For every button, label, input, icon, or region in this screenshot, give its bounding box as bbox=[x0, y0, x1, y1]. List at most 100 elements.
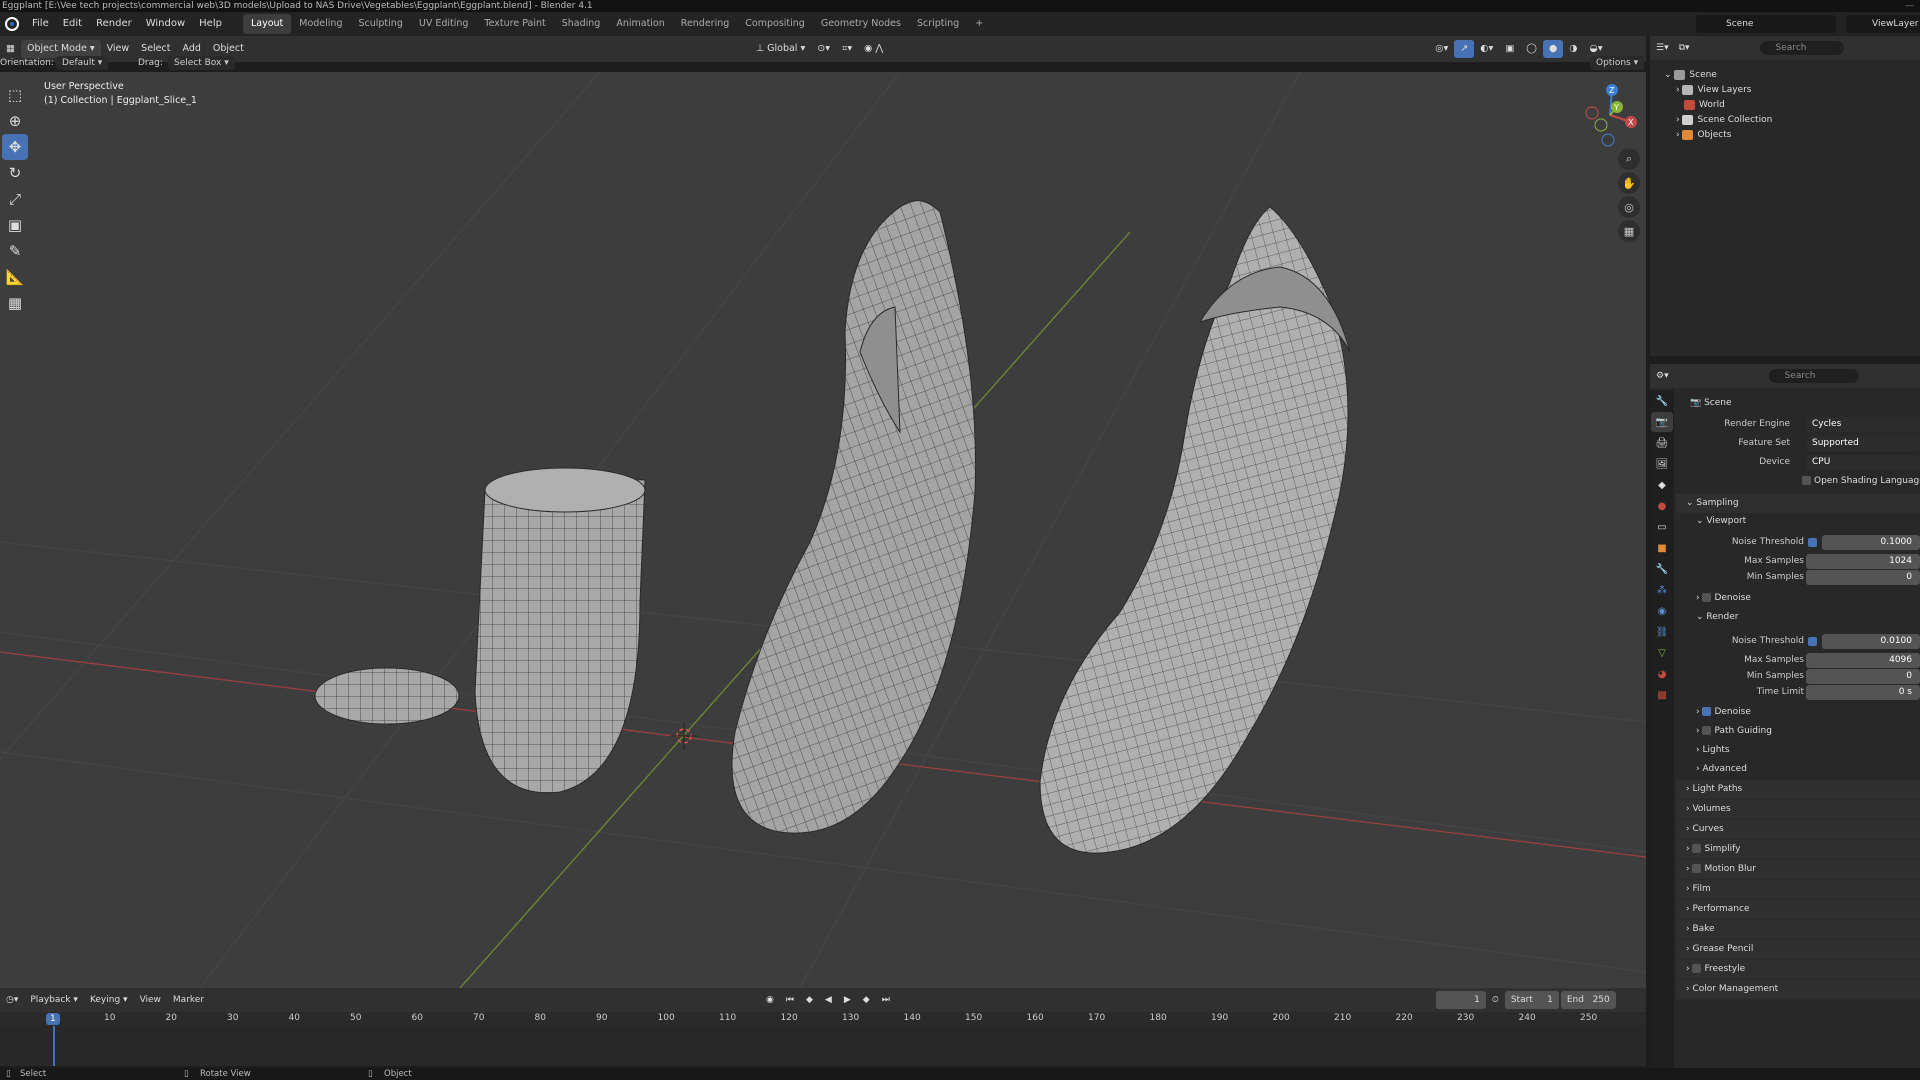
blender-logo-icon[interactable] bbox=[5, 17, 19, 31]
output-tab-icon[interactable]: 🖨 bbox=[1651, 433, 1673, 453]
outliner-editor-icon[interactable]: ☰▾ bbox=[1656, 43, 1669, 53]
tab-rendering[interactable]: Rendering bbox=[673, 14, 738, 34]
cursor-tool-icon[interactable]: ⊕ bbox=[2, 108, 28, 134]
gizmo-neg-y-handle[interactable] bbox=[1594, 118, 1608, 132]
rotate-tool-icon[interactable]: ↻ bbox=[2, 160, 28, 186]
vp-denoise-checkbox[interactable] bbox=[1702, 593, 1712, 602]
play-icon[interactable]: ▶ bbox=[838, 991, 857, 1009]
transform-tool-icon[interactable]: ▣ bbox=[2, 212, 28, 238]
outliner-item-objects[interactable]: › Objects bbox=[1650, 128, 1920, 143]
outliner-display-mode-icon[interactable]: ⧉▾ bbox=[1679, 43, 1690, 53]
scale-tool-icon[interactable]: ⤢ bbox=[2, 186, 28, 212]
r-denoise-subpanel[interactable]: › Denoise bbox=[1686, 704, 1920, 721]
scene-selector[interactable]: Scene bbox=[1696, 15, 1836, 33]
tab-texture-paint[interactable]: Texture Paint bbox=[476, 14, 553, 34]
play-reverse-icon[interactable]: ◀ bbox=[819, 991, 838, 1009]
render-tab-icon[interactable]: 📷 bbox=[1651, 412, 1673, 432]
tab-scripting[interactable]: Scripting bbox=[909, 14, 967, 34]
orientation-dropdown[interactable]: Default ▾ bbox=[56, 56, 109, 70]
playback-menu[interactable]: Playback ▾ bbox=[24, 991, 84, 1009]
preview-range-icon[interactable]: ⏲ bbox=[1486, 991, 1505, 1009]
marker-menu[interactable]: Marker bbox=[167, 991, 210, 1009]
viewport-subpanel-header[interactable]: ⌄ Viewport bbox=[1686, 513, 1920, 530]
timeline-ruler[interactable]: 1 10 20 30 40 50 60 70 80 90 100 110 120 130 140 150 16… bbox=[0, 1012, 1646, 1026]
bake-panel[interactable]: › Bake bbox=[1676, 920, 1920, 939]
world-tab-icon[interactable]: ● bbox=[1651, 496, 1673, 516]
view-layer-tab-icon[interactable]: 🖼 bbox=[1651, 454, 1673, 474]
tab-shading[interactable]: Shading bbox=[554, 14, 609, 34]
eggplant-slice-disc[interactable] bbox=[314, 667, 460, 725]
device-dropdown[interactable]: CPU bbox=[1806, 455, 1920, 470]
grease-pencil-panel[interactable]: › Grease Pencil bbox=[1676, 940, 1920, 959]
r-min-field[interactable]: 0 bbox=[1806, 669, 1920, 684]
freestyle-panel[interactable]: › Freestyle bbox=[1676, 960, 1920, 979]
gizmo-neg-z-handle[interactable] bbox=[1601, 133, 1615, 147]
auto-keying-icon[interactable]: ◉ bbox=[760, 991, 780, 1009]
viewlayer-selector[interactable]: ViewLayer bbox=[1846, 15, 1920, 33]
simplify-panel[interactable]: › Simplify bbox=[1676, 840, 1920, 859]
tool-tab-icon[interactable]: 🔧 bbox=[1651, 391, 1673, 411]
camera-view-icon[interactable]: ◎ bbox=[1618, 196, 1640, 218]
r-max-field[interactable]: 4096 bbox=[1806, 653, 1920, 668]
vp-min-field[interactable]: 0 bbox=[1806, 570, 1920, 585]
path-guiding-checkbox[interactable] bbox=[1702, 726, 1712, 735]
material-tab-icon[interactable]: ◕ bbox=[1651, 664, 1673, 684]
timeline-editor-icon[interactable]: ◷▾ bbox=[0, 991, 24, 1009]
timeline-track[interactable] bbox=[0, 1026, 1646, 1066]
current-frame-field[interactable]: 1 bbox=[1435, 991, 1486, 1009]
jump-end-icon[interactable]: ⏭ bbox=[876, 991, 896, 1009]
perspective-toggle-icon[interactable]: ▦ bbox=[1618, 220, 1640, 242]
tab-layout[interactable]: Layout bbox=[242, 14, 292, 34]
minimize-button[interactable]: — bbox=[1905, 0, 1914, 12]
drag-dropdown[interactable]: Select Box ▾ bbox=[168, 56, 235, 70]
add-workspace-button[interactable]: + bbox=[967, 14, 991, 34]
tab-uv-editing[interactable]: UV Editing bbox=[411, 14, 477, 34]
tab-modeling[interactable]: Modeling bbox=[291, 14, 350, 34]
next-keyframe-icon[interactable]: ◆ bbox=[857, 991, 876, 1009]
navigation-gizmo[interactable]: Z X Y bbox=[1575, 80, 1645, 150]
data-tab-icon[interactable]: ▽ bbox=[1651, 643, 1673, 663]
prev-keyframe-icon[interactable]: ◆ bbox=[800, 991, 819, 1009]
menu-file[interactable]: File bbox=[25, 12, 56, 36]
properties-editor-icon[interactable]: ⚙▾ bbox=[1656, 371, 1669, 381]
outliner-search-input[interactable]: Search bbox=[1759, 41, 1844, 55]
advanced-subpanel[interactable]: › Advanced bbox=[1686, 761, 1920, 778]
constraints-tab-icon[interactable]: ⛓ bbox=[1651, 622, 1673, 642]
vp-max-field[interactable]: 1024 bbox=[1806, 554, 1920, 569]
motion-blur-panel[interactable]: › Motion Blur bbox=[1676, 860, 1920, 879]
render-subpanel-header[interactable]: ⌄ Render bbox=[1686, 609, 1920, 626]
tab-animation[interactable]: Animation bbox=[608, 14, 672, 34]
measure-tool-icon[interactable]: 📐 bbox=[2, 264, 28, 290]
film-panel[interactable]: › Film bbox=[1676, 880, 1920, 899]
lights-subpanel[interactable]: › Lights bbox=[1686, 742, 1920, 759]
options-dropdown[interactable]: Options ▾ bbox=[1590, 56, 1645, 70]
annotate-tool-icon[interactable]: ✎ bbox=[2, 238, 28, 264]
path-guiding-subpanel[interactable]: › Path Guiding bbox=[1686, 723, 1920, 740]
menu-edit[interactable]: Edit bbox=[56, 12, 89, 36]
osl-checkbox[interactable] bbox=[1802, 476, 1811, 485]
gizmo-neg-x-handle[interactable] bbox=[1585, 106, 1599, 120]
r-noise-checkbox[interactable] bbox=[1808, 637, 1817, 646]
feature-set-dropdown[interactable]: Supported bbox=[1806, 436, 1920, 451]
outliner-item-scene-collection[interactable]: › Scene Collection bbox=[1650, 113, 1920, 128]
outliner-item-world[interactable]: World bbox=[1650, 98, 1920, 113]
menu-window[interactable]: Window bbox=[139, 12, 192, 36]
motion-blur-checkbox[interactable] bbox=[1692, 864, 1702, 873]
collection-tab-icon[interactable]: ▭ bbox=[1651, 517, 1673, 537]
playhead-frame[interactable]: 1 bbox=[46, 1013, 60, 1025]
menu-render[interactable]: Render bbox=[89, 12, 139, 36]
viewport-canvas[interactable] bbox=[0, 72, 1646, 988]
color-management-panel[interactable]: › Color Management bbox=[1676, 980, 1920, 999]
physics-tab-icon[interactable]: ◉ bbox=[1651, 601, 1673, 621]
osl-checkbox-row[interactable]: Open Shading Language bbox=[1676, 474, 1920, 489]
scene-tab-icon[interactable]: ◆ bbox=[1651, 475, 1673, 495]
performance-panel[interactable]: › Performance bbox=[1676, 900, 1920, 919]
start-frame-field[interactable]: Start 1 bbox=[1504, 991, 1559, 1009]
end-frame-field[interactable]: End 250 bbox=[1560, 991, 1616, 1009]
curves-panel[interactable]: › Curves bbox=[1676, 820, 1920, 839]
object-tab-icon[interactable]: ■ bbox=[1651, 538, 1673, 558]
jump-start-icon[interactable]: ⏮ bbox=[780, 991, 800, 1009]
vp-noise-checkbox[interactable] bbox=[1808, 538, 1817, 547]
outliner-item-view-layers[interactable]: › View Layers bbox=[1650, 83, 1920, 98]
vp-noise-field[interactable]: 0.1000 bbox=[1822, 535, 1920, 550]
